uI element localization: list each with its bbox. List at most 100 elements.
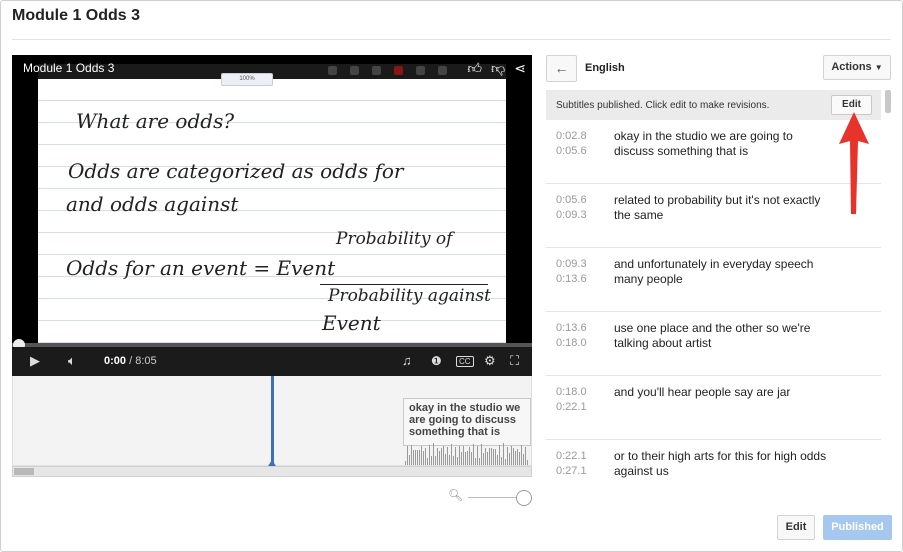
pen-icon bbox=[372, 66, 381, 75]
magnifier-icon: 🔍︎ bbox=[448, 488, 464, 502]
video-controls: ▶ 🔈︎ 0:00 / 8:05 ♫ ❶ CC ⚙ ⛶ bbox=[12, 347, 532, 376]
waveform-bar bbox=[417, 450, 418, 465]
waveform-bar bbox=[443, 446, 444, 465]
color-swatch-icon bbox=[394, 66, 403, 75]
waveform-bar bbox=[409, 455, 410, 465]
timeline-scrollbar[interactable] bbox=[12, 466, 532, 477]
start-time: 0:09.3 bbox=[556, 258, 587, 270]
music-note-icon[interactable]: ♫ bbox=[402, 353, 412, 369]
waveform-bar bbox=[431, 456, 432, 465]
share-icon[interactable]: ⋖ bbox=[514, 60, 526, 76]
waveform-bar bbox=[495, 448, 496, 465]
play-icon[interactable]: ▶ bbox=[30, 353, 40, 369]
waveform-bar bbox=[479, 458, 480, 465]
waveform-bar bbox=[527, 459, 528, 465]
published-button[interactable]: Published bbox=[823, 515, 892, 540]
waveform-bar bbox=[459, 445, 460, 465]
redo-icon bbox=[350, 66, 359, 75]
subtitle-panel-header: ← English Actions ▼ bbox=[546, 55, 891, 82]
fullscreen-icon[interactable]: ⛶ bbox=[510, 353, 519, 369]
wb-line-1: What are odds? bbox=[76, 109, 235, 133]
end-time: 0:09.3 bbox=[556, 209, 587, 221]
waveform-bar bbox=[473, 443, 474, 465]
waveform-bar bbox=[469, 447, 470, 465]
waveform-bar bbox=[475, 458, 476, 465]
subtitle-times: 0:22.1 0:27.1 bbox=[556, 449, 587, 478]
video-title: Module 1 Odds 3 bbox=[23, 61, 115, 75]
waveform-bar bbox=[415, 449, 416, 465]
subtitle-list: 0:02.8 0:05.6 okay in the studio we are g… bbox=[546, 120, 881, 478]
back-button[interactable]: ← bbox=[546, 55, 577, 82]
zoom-slider-thumb[interactable] bbox=[516, 490, 532, 506]
waveform-bar bbox=[523, 453, 524, 465]
wb-line-6: Probability against bbox=[328, 286, 491, 306]
gear-icon[interactable]: ⚙ bbox=[484, 353, 496, 369]
timeline-zoom[interactable]: 🔍︎ bbox=[448, 488, 534, 506]
waveform-bar bbox=[513, 448, 514, 465]
subtitle-text[interactable]: okay in the studio we are going to discu… bbox=[614, 129, 829, 159]
waveform-bar bbox=[453, 456, 454, 465]
volume-icon[interactable]: 🔈︎ bbox=[68, 353, 76, 369]
waveform-bar bbox=[503, 443, 504, 465]
subtitle-text[interactable]: and unfortunately in everyday speech man… bbox=[614, 257, 829, 287]
subtitle-text[interactable]: related to probability but it's not exac… bbox=[614, 193, 829, 223]
thumbs-down-icon[interactable]: 👎︎ bbox=[491, 60, 505, 76]
end-time: 0:13.6 bbox=[556, 273, 587, 285]
subtitle-row[interactable]: 0:02.8 0:05.6 okay in the studio we are g… bbox=[546, 120, 881, 184]
waveform-bar bbox=[441, 447, 442, 465]
actions-button[interactable]: Actions ▼ bbox=[823, 55, 891, 80]
waveform-bar bbox=[497, 455, 498, 465]
edit-button[interactable]: Edit bbox=[777, 515, 815, 540]
start-time: 0:18.0 bbox=[556, 386, 587, 398]
subtitle-times: 0:05.6 0:09.3 bbox=[556, 193, 587, 223]
subtitle-text[interactable]: and you'll hear people say are jar bbox=[614, 385, 829, 400]
header-divider bbox=[12, 39, 891, 40]
playhead[interactable] bbox=[271, 376, 274, 466]
thumbs-up-icon[interactable]: 👍︎ bbox=[467, 60, 482, 76]
waveform-bar bbox=[507, 446, 508, 465]
waveform-timeline[interactable]: okay in the studio we are going to discu… bbox=[12, 376, 532, 466]
waveform-bar bbox=[463, 445, 464, 465]
cc-icon[interactable]: CC bbox=[456, 356, 474, 367]
undo-icon bbox=[328, 66, 337, 75]
subtitle-row[interactable]: 0:22.1 0:27.1 or to their high arts for t… bbox=[546, 440, 881, 478]
waveform-bar bbox=[411, 445, 412, 465]
subtitle-row[interactable]: 0:13.6 0:18.0 use one place and the other… bbox=[546, 312, 881, 376]
subtitle-row[interactable]: 0:18.0 0:22.1 and you'll hear people say … bbox=[546, 376, 881, 440]
timeline-scroll-thumb[interactable] bbox=[14, 468, 34, 475]
waveform-bar bbox=[419, 450, 420, 465]
waveform-bar bbox=[445, 453, 446, 465]
time-separator: / bbox=[126, 355, 136, 367]
video-player[interactable]: What are odds? Odds are categorized as o… bbox=[12, 55, 532, 376]
whiteboard-zoom: 100% bbox=[221, 73, 273, 86]
start-time: 0:02.8 bbox=[556, 130, 587, 142]
waveform-bar bbox=[511, 446, 512, 465]
subtitle-times: 0:13.6 0:18.0 bbox=[556, 321, 587, 351]
subtitle-times: 0:02.8 0:05.6 bbox=[556, 129, 587, 159]
waveform-bar bbox=[461, 451, 462, 465]
subtitle-text[interactable]: or to their high arts for this for high … bbox=[614, 449, 829, 478]
current-time: 0:00 bbox=[104, 355, 127, 367]
waveform-bar bbox=[515, 451, 516, 465]
subtitle-text[interactable]: use one place and the other so we're tal… bbox=[614, 321, 829, 351]
waveform-bar bbox=[501, 456, 502, 465]
info-icon[interactable]: ❶ bbox=[431, 353, 442, 369]
duration: 8:05 bbox=[135, 355, 157, 367]
caption-bubble[interactable]: okay in the studio we are going to discu… bbox=[403, 398, 531, 446]
eraser-icon bbox=[416, 66, 425, 75]
zoom-slider-track[interactable] bbox=[468, 497, 520, 498]
back-arrow-icon: ← bbox=[554, 60, 569, 76]
waveform-bar bbox=[485, 448, 486, 465]
waveform-bar bbox=[525, 447, 526, 465]
subtitle-row[interactable]: 0:09.3 0:13.6 and unfortunately in everyd… bbox=[546, 248, 881, 312]
wb-line-5: Odds for an event = Event bbox=[66, 256, 336, 280]
end-time: 0:27.1 bbox=[556, 465, 587, 477]
subtitle-scroll-thumb[interactable] bbox=[885, 90, 891, 113]
waveform-bar bbox=[439, 450, 440, 465]
waveform-bar bbox=[457, 456, 458, 465]
waveform-bar bbox=[421, 445, 422, 465]
waveform-bar bbox=[481, 444, 482, 465]
subtitle-row[interactable]: 0:05.6 0:09.3 related to probability but … bbox=[546, 184, 881, 248]
caret-down-icon: ▼ bbox=[874, 63, 883, 72]
end-time: 0:18.0 bbox=[556, 337, 587, 349]
